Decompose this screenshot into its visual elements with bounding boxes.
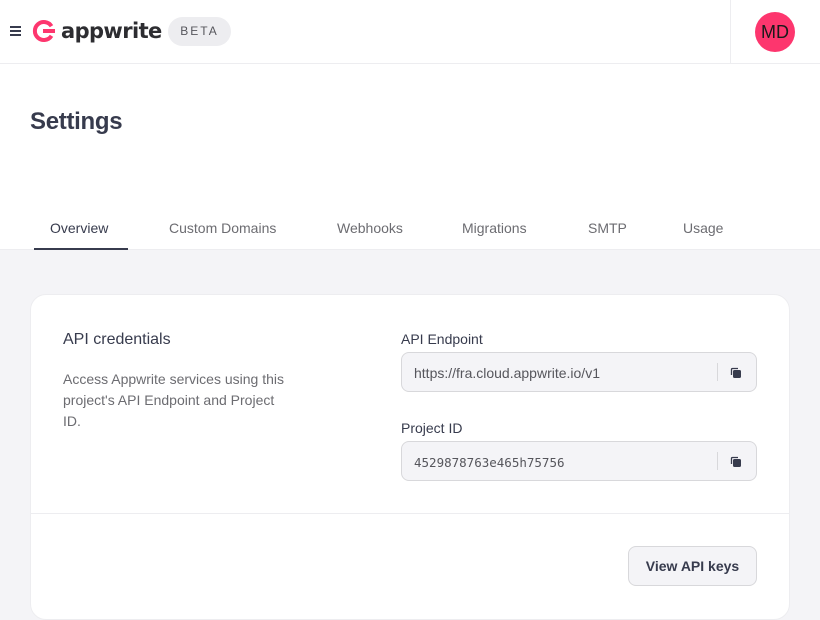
card-divider (31, 513, 789, 514)
user-avatar[interactable]: MD (755, 12, 795, 52)
api-endpoint-field[interactable]: https://fra.cloud.appwrite.io/v1 (401, 352, 757, 392)
project-id-field[interactable]: 4529878763e465h75756 (401, 441, 757, 481)
api-endpoint-label: API Endpoint (401, 331, 483, 347)
settings-tabs: Overview Custom Domains Webhooks Migrati… (0, 208, 820, 250)
tab-webhooks[interactable]: Webhooks (337, 220, 403, 236)
tab-usage[interactable]: Usage (683, 220, 723, 236)
card-title: API credentials (63, 331, 171, 348)
main-content: API credentials Access Appwrite services… (0, 250, 820, 620)
view-api-keys-button[interactable]: View API keys (628, 546, 757, 586)
api-credentials-card: API credentials Access Appwrite services… (30, 294, 790, 620)
tab-migrations[interactable]: Migrations (462, 220, 527, 236)
brand-name: appwrite (61, 19, 162, 43)
copy-icon[interactable] (728, 454, 744, 470)
project-id-value: 4529878763e465h75756 (414, 455, 565, 470)
page-title: Settings (30, 108, 123, 135)
copy-icon[interactable] (728, 365, 744, 381)
appwrite-logo[interactable]: appwrite (32, 19, 162, 43)
tab-smtp[interactable]: SMTP (588, 220, 627, 236)
field-divider (717, 363, 718, 381)
project-id-label: Project ID (401, 420, 463, 436)
beta-badge: BETA (168, 17, 231, 46)
top-header: appwrite BETA MD (0, 0, 820, 64)
hamburger-menu-icon[interactable] (10, 26, 21, 36)
header-divider (730, 0, 731, 64)
card-description: Access Appwrite services using this proj… (63, 371, 284, 429)
tab-custom-domains[interactable]: Custom Domains (169, 220, 276, 236)
tab-overview[interactable]: Overview (50, 220, 108, 236)
api-endpoint-value: https://fra.cloud.appwrite.io/v1 (414, 365, 600, 381)
field-divider (717, 452, 718, 470)
appwrite-logo-icon (32, 20, 55, 42)
